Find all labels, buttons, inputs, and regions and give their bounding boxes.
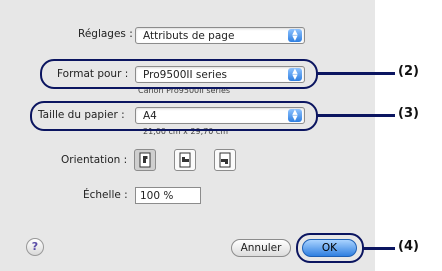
popup-arrows-icon: ▲ ▼	[288, 29, 302, 42]
orientation-label: Orientation :	[61, 154, 128, 166]
callout-ok-number: (4)	[398, 239, 419, 254]
callout-ok-outline	[296, 233, 364, 263]
callout-format-outline	[40, 59, 318, 89]
callout-ok-leader	[363, 247, 395, 250]
callout-paper-number: (3)	[398, 106, 419, 121]
settings-popup[interactable]: Attributs de page ▲ ▼	[135, 27, 305, 44]
scale-input[interactable]: 100 %	[135, 187, 201, 204]
page-setup-dialog: Réglages : Attributs de page ▲ ▼ Format p…	[0, 0, 375, 271]
settings-value: Attributs de page	[143, 30, 235, 42]
landscape-left-icon	[179, 152, 191, 168]
settings-label: Réglages :	[78, 28, 133, 40]
orientation-landscape-right-button[interactable]	[214, 149, 236, 171]
landscape-right-icon	[219, 152, 231, 168]
scale-label: Échelle :	[83, 189, 128, 201]
cancel-button[interactable]: Annuler	[231, 239, 291, 257]
orientation-portrait-button[interactable]	[134, 149, 156, 171]
callout-format-leader	[317, 72, 395, 75]
orientation-landscape-left-button[interactable]	[174, 149, 196, 171]
callout-paper-leader	[317, 114, 395, 117]
help-button[interactable]: ?	[26, 238, 44, 256]
scale-value: 100 %	[140, 190, 174, 202]
callout-format-number: (2)	[398, 64, 419, 79]
portrait-icon	[139, 152, 151, 168]
callout-paper-outline	[30, 101, 318, 131]
